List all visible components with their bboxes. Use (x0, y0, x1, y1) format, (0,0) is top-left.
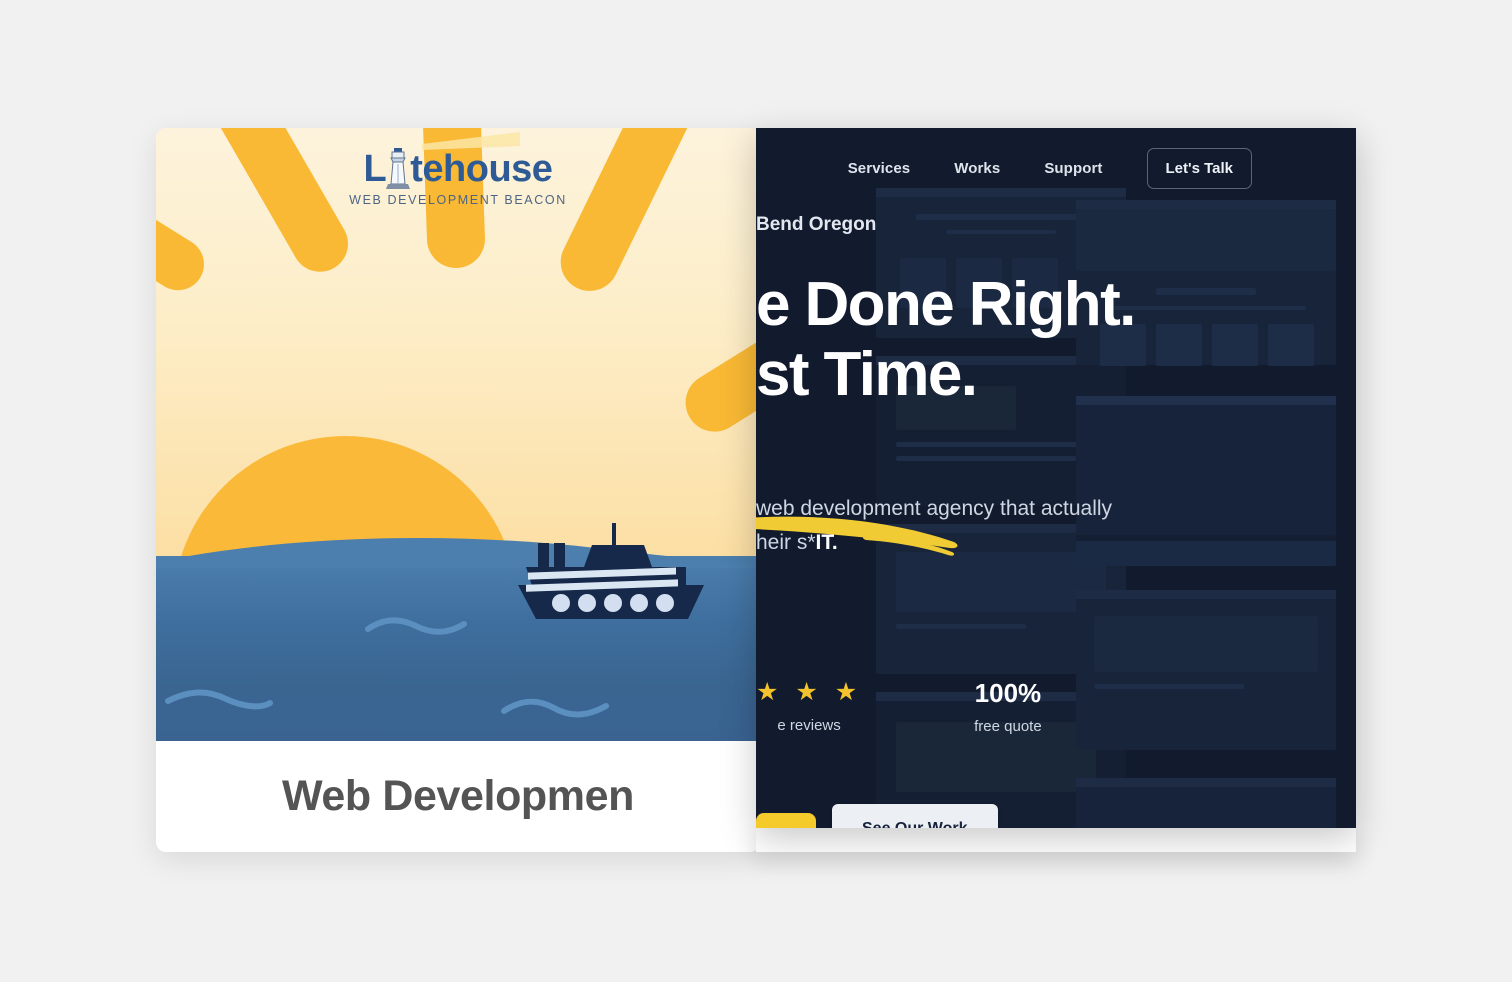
headline-underline-swoosh (756, 516, 958, 556)
nav-link-services[interactable]: Services (848, 160, 911, 177)
cruise-ship-icon (518, 523, 704, 619)
stat-free-quote-value: 100% (974, 678, 1042, 708)
sun-ray (674, 218, 760, 443)
primary-cta-button[interactable] (756, 813, 816, 828)
hero-headline: e Done Right. st Time. (756, 270, 1356, 410)
stat-free-quote-label: free quote (974, 718, 1042, 735)
stat-free-quote: 100% free quote (974, 680, 1042, 735)
nav-link-support[interactable]: Support (1044, 160, 1102, 177)
stat-reviews-label: e reviews (777, 717, 841, 734)
see-our-work-button[interactable]: See Our Work (832, 804, 998, 828)
site-navbar: Services Works Support Let's Talk (756, 128, 1356, 208)
page-title: Web Developmen (281, 772, 635, 820)
hero-stats: ★ ★ ★ e reviews 100% free quote (756, 678, 1042, 736)
stat-reviews: ★ ★ ★ e reviews (756, 678, 863, 735)
litehouse-preview-card: L tehouse WEB DEVELOPMENT BEACON Web Dev… (156, 128, 760, 852)
hero-eyebrow: Bend Oregon (756, 214, 877, 235)
logo-tagline: WEB DEVELOPMENT BEACON (349, 193, 567, 207)
screenshot-stage: L tehouse WEB DEVELOPMENT BEACON Web Dev… (0, 0, 1512, 982)
dark-card-bottom-strip (756, 828, 1356, 852)
hero-headline-line1: e Done Right. (756, 270, 1136, 339)
hero-headline-line2: st Time. (756, 340, 978, 410)
hero-content: Bend Oregon e Done Right. st Time. web d… (756, 214, 1356, 828)
lets-talk-button[interactable]: Let's Talk (1146, 147, 1252, 189)
portfolio-thumb (1076, 590, 1336, 750)
sunrise-illustration: L tehouse WEB DEVELOPMENT BEACON (156, 128, 760, 741)
card-title-area: Web Developmen (156, 741, 760, 852)
star-rating-icon: ★ ★ ★ (756, 678, 863, 706)
litehouse-logo[interactable]: L tehouse WEB DEVELOPMENT BEACON (156, 132, 760, 207)
nav-link-works[interactable]: Works (954, 160, 1000, 177)
portfolio-thumb (1076, 778, 1336, 828)
hero-site-card: Services Works Support Let's Talk Bend O… (756, 128, 1356, 828)
hero-cta-buttons: See Our Work (756, 804, 998, 828)
lighthouse-beam-icon (421, 132, 520, 150)
